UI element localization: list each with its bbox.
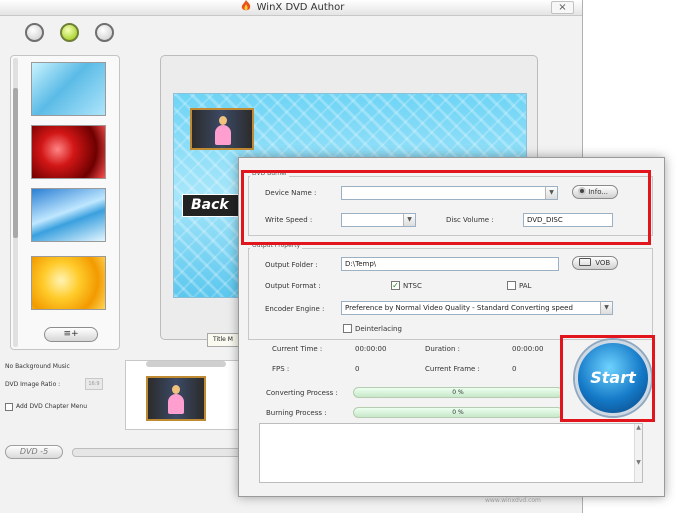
close-button[interactable]: × (551, 1, 574, 14)
background-music-label[interactable]: No Background Music (5, 363, 70, 370)
output-folder-input[interactable]: D:\Temp\ (341, 257, 559, 271)
burning-progress-bar: 0 % (353, 407, 563, 418)
template-thumb-blue[interactable] (31, 62, 106, 116)
sidebar-scroll-thumb[interactable] (13, 88, 18, 238)
converting-process-label: Converting Process : (266, 389, 338, 397)
chevron-down-icon[interactable]: ▼ (600, 302, 612, 314)
start-highlight-box (560, 335, 655, 422)
title-bar: WinX DVD Author × (0, 0, 582, 16)
fps-value: 0 (355, 365, 360, 373)
green-round-button[interactable] (60, 23, 79, 42)
burning-process-label: Burning Process : (266, 409, 327, 417)
window-title: WinX DVD Author (256, 2, 345, 13)
duration-value: 00:00:00 (512, 345, 544, 353)
app-logo-icon (241, 0, 250, 11)
close-icon: × (558, 2, 567, 13)
template-sidebar: ≡+ (10, 55, 120, 350)
sidebar-scrollbar[interactable] (13, 58, 18, 347)
image-ratio-select[interactable]: 16:9 (85, 378, 103, 390)
ntsc-label: NTSC (403, 282, 422, 290)
chapter-thumbnail[interactable] (190, 108, 254, 150)
deinterlacing-checkbox[interactable] (343, 324, 352, 333)
figure-body (168, 394, 184, 414)
log-scrollbar[interactable]: ▲ ▼ (634, 424, 642, 482)
add-menu-icon: ≡+ (63, 329, 79, 339)
template-thumb-yellow-flowers[interactable] (31, 256, 106, 310)
duration-label: Duration : (425, 345, 460, 353)
timeline-panel (125, 360, 255, 430)
figure-head (172, 385, 180, 394)
add-menu-button[interactable]: ≡+ (44, 327, 98, 342)
converting-progress-bar: 0 % (353, 387, 563, 398)
figure-head (219, 116, 227, 125)
template-thumb-red-flowers[interactable] (31, 125, 106, 179)
deinterlacing-label: Deinterlacing (355, 325, 402, 333)
encoder-engine-value: Preference by Normal Video Quality - Sta… (345, 304, 573, 312)
folder-icon (579, 258, 591, 266)
output-format-label: Output Format : (265, 282, 321, 290)
chapter-menu-checkbox[interactable] (5, 403, 13, 411)
timeline-scrollbar[interactable] (146, 361, 226, 367)
dvd-burner-highlight-box (241, 170, 651, 245)
vob-button-label: VOB (595, 259, 611, 267)
timeline-clip[interactable] (146, 376, 206, 421)
disc-capacity-bar (72, 448, 252, 457)
image-ratio-label: DVD Image Ratio : (5, 381, 61, 388)
log-output-area[interactable]: ▲ ▼ (259, 423, 643, 483)
ntsc-checkbox[interactable]: ✓ (391, 281, 400, 290)
chapter-menu-label: Add DVD Chapter Menu (16, 403, 88, 410)
figure-body (215, 125, 231, 145)
current-time-label: Current Time : (272, 345, 323, 353)
encoder-engine-label: Encoder Engine : (265, 305, 325, 313)
template-thumb-blue-light[interactable] (31, 188, 106, 242)
current-time-value: 00:00:00 (355, 345, 387, 353)
current-frame-label: Current Frame : (425, 365, 480, 373)
encoder-engine-select[interactable]: Preference by Normal Video Quality - Sta… (341, 301, 613, 315)
output-folder-label: Output Folder : (265, 261, 318, 269)
current-frame-value: 0 (512, 365, 517, 373)
browse-folder-button[interactable]: VOB (572, 256, 618, 270)
pal-label: PAL (519, 282, 532, 290)
pal-checkbox[interactable] (507, 281, 516, 290)
fps-label: FPS : (272, 365, 290, 373)
gray-round-button-left[interactable] (25, 23, 44, 42)
website-watermark: www.winxdvd.com (485, 497, 541, 504)
gray-round-button-right[interactable] (95, 23, 114, 42)
disc-size-button[interactable]: DVD -5 (5, 445, 63, 459)
